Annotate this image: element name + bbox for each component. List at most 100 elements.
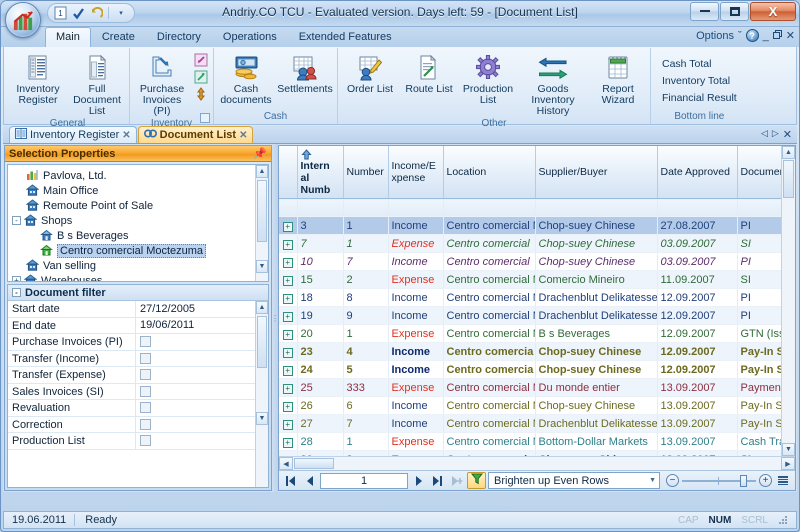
filter-row-sales-invoices[interactable]: Sales Invoices (SI) [8,383,268,400]
ribbon-tab-operations[interactable]: Operations [212,27,288,47]
transfer-income-icon[interactable] [192,52,210,68]
row-expand-cell[interactable]: + [279,216,298,235]
tree-scroll-up-button[interactable]: ▲ [256,165,268,178]
tree-item-pavlova-ltd[interactable]: Pavlova, Ltd. [10,168,266,183]
location-tree[interactable]: Pavlova, Ltd. Main Office Remoute Point … [7,164,269,282]
row-expand-cell[interactable]: + [279,396,298,415]
tree-expander-collapse-icon[interactable]: - [12,216,21,225]
table-row[interactable]: +7 1 Expense Centro comercial Chop-suey Chi… [279,234,781,253]
end-date-field[interactable]: 19/06/2011 [136,318,268,334]
row-expand-cell[interactable]: + [279,252,298,271]
production-list-checkbox[interactable] [140,435,151,447]
document-tab-document-list-close[interactable]: ✕ [239,130,247,141]
expand-row-icon[interactable]: + [282,437,293,448]
expand-row-icon[interactable]: + [282,311,293,322]
tab-next-icon[interactable]: ▷ [772,128,779,141]
report-wizard-button[interactable]: Report Wizard [589,50,647,106]
row-style-select[interactable]: Brighten up Even Rows ▼ [488,472,660,489]
table-row[interactable]: +26 6 Income Centro comercial M Chop-suey Ch… [279,396,781,415]
grid-scroll-left-button[interactable]: ◀ [279,457,293,470]
settlements-button[interactable]: Settlements [276,50,334,95]
help-icon[interactable]: ? [745,29,759,42]
grid-scroll-down-button[interactable]: ▼ [782,443,795,456]
row-expand-cell[interactable]: + [279,432,298,451]
revaluation-checkbox[interactable] [140,402,151,414]
table-row[interactable]: +10 7 Income Centro comercial Chop-suey Chi… [279,252,781,271]
grid-scroll-up-button[interactable]: ▲ [782,146,795,159]
maximize-button[interactable] [720,2,749,21]
expand-row-icon[interactable]: + [282,239,293,250]
filter-button[interactable] [467,472,486,489]
filter-row-transfer-income[interactable]: Transfer (Income) [8,350,268,367]
transfer-income-checkbox[interactable] [140,352,151,364]
application-menu-button[interactable] [5,2,41,38]
close-button[interactable]: X [750,2,796,21]
minimize-button[interactable] [690,2,719,21]
table-row[interactable]: +20 1 Expense Centro comercial MB s Beverag… [279,324,781,343]
document-filter-header[interactable]: - Document filter [8,285,268,301]
ribbon-tab-main[interactable]: Main [45,27,91,47]
expand-row-icon[interactable]: + [282,257,293,268]
grid-scroll-thumb[interactable] [783,160,794,198]
document-tab-inventory-register-close[interactable]: ✕ [122,130,130,141]
filter-cell-location[interactable] [443,198,536,217]
tree-scroll-thumb[interactable] [257,180,267,242]
tab-close-icon[interactable]: ✕ [783,128,792,141]
filter-cell-internal-number[interactable] [297,198,344,217]
filter-cell-number[interactable] [343,198,389,217]
chevron-down-icon[interactable]: ▼ [649,477,656,484]
row-expand-cell[interactable]: + [279,324,298,343]
row-expand-cell[interactable]: + [279,288,298,307]
tree-item-bs-beverages[interactable]: B s Beverages [10,228,266,243]
column-header-internal-number[interactable]: Intern al Numb [297,146,344,199]
filter-cell-date-approved[interactable] [657,198,738,217]
next-record-button[interactable] [410,473,427,489]
order-list-button[interactable]: Order List [341,50,399,95]
tree-item-centro-comercial-moctezuma[interactable]: Centro comercial Moctezuma [10,243,266,258]
filter-scroll-thumb[interactable] [257,316,267,368]
full-document-list-button[interactable]: Full Document List [68,50,126,117]
cash-documents-button[interactable]: Cash documents [217,50,275,106]
undo-icon[interactable] [88,5,104,21]
grid-horizontal-scrollbar[interactable]: ◀ ▶ [279,456,795,470]
expand-row-icon[interactable]: + [282,383,293,394]
start-date-field[interactable]: 27/12/2005 [136,301,268,317]
table-row[interactable]: +25 333 Expense Centro comercial M Du monde … [279,378,781,397]
table-row[interactable]: +3 1 Income Centro comercial M Chop-suey Chi… [279,216,781,235]
customize-qat-icon[interactable]: ▾ [113,5,129,21]
revaluation-icon[interactable] [192,86,210,102]
filter-scroll-up-button[interactable]: ▲ [256,301,268,314]
cash-total-link[interactable]: Cash Total [662,57,711,72]
production-list-button[interactable]: Production List [459,50,517,106]
goods-inventory-history-button[interactable]: Goods Inventory History [518,50,588,117]
row-expand-cell[interactable]: + [279,378,298,397]
zoom-in-button[interactable]: + [759,474,772,487]
filter-cell-supplier[interactable] [535,198,658,217]
transfer-expense-checkbox[interactable] [140,369,151,381]
expand-row-icon[interactable]: + [282,329,293,340]
filter-scroll-down-button[interactable]: ▼ [256,412,268,425]
expand-row-icon[interactable]: + [282,419,293,430]
zoom-slider-handle[interactable] [740,474,747,487]
expand-row-icon[interactable]: + [282,347,293,358]
inventory-dialog-launcher[interactable] [200,113,210,123]
column-header-income-expense[interactable]: Income/E xpense [388,146,444,199]
first-record-button[interactable] [282,473,299,489]
tree-item-remoute-point-of-sale[interactable]: Remoute Point of Sale [10,198,266,213]
options-caret-icon[interactable]: ˇ [738,30,742,42]
document-filter-expander-icon[interactable]: - [12,288,21,297]
transfer-expense-icon[interactable] [192,69,210,85]
correction-checkbox[interactable] [140,418,151,430]
table-row[interactable]: +27 7 Income Centro comercial M Drachenblut … [279,414,781,433]
column-header-date-approved[interactable]: Date Approved [657,146,738,199]
sales-invoices-checkbox[interactable] [140,385,151,397]
column-header-number[interactable]: Number [343,146,389,199]
tree-item-shops[interactable]: - Shops [10,213,266,228]
tree-scrollbar[interactable]: ▲ ▼ [255,165,268,281]
filter-row-start-date[interactable]: Start date 27/12/2005 [8,301,268,318]
table-row[interactable]: +18 8 Income Centro comercial M Drachenblut … [279,288,781,307]
grid-scroll-right-button[interactable]: ▶ [781,457,795,470]
grid-hscroll-thumb[interactable] [294,458,334,469]
tree-item-van-selling[interactable]: Van selling [10,258,266,273]
document-tab-document-list[interactable]: Document List ✕ [137,126,254,143]
